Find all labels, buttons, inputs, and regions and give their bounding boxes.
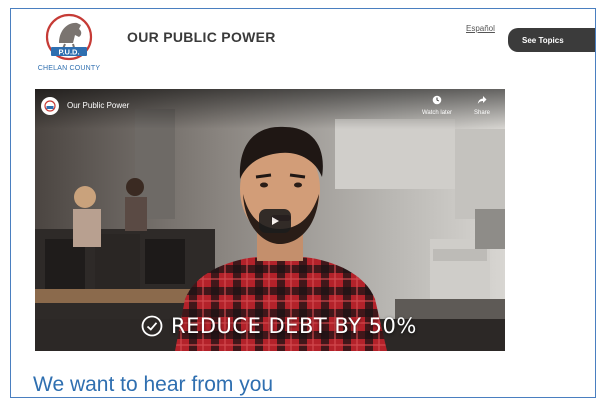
caption-text: REDUCE DEBT BY 50%: [171, 314, 417, 338]
logo-subtext: CHELAN COUNTY: [37, 65, 101, 72]
play-icon: [272, 217, 279, 225]
see-topics-button[interactable]: See Topics: [508, 28, 595, 52]
logo-text: P.U.D.: [58, 48, 79, 57]
site-title: OUR PUBLIC POWER: [127, 29, 276, 45]
language-link[interactable]: Español: [466, 24, 495, 33]
pud-logo[interactable]: P.U.D. CHELAN COUNTY: [29, 13, 109, 75]
pud-logo-icon: P.U.D.: [45, 13, 93, 61]
channel-logo-icon: [44, 100, 56, 112]
video-title[interactable]: Our Public Power: [67, 101, 129, 110]
share-label: Share: [473, 110, 490, 116]
clock-icon: [420, 95, 454, 108]
checkmark-icon: [141, 315, 163, 337]
video-caption: REDUCE DEBT BY 50%: [141, 312, 417, 340]
video-player[interactable]: Our Public Power Watch later Share REDUC…: [35, 89, 505, 351]
watch-later-button[interactable]: Watch later: [420, 95, 454, 116]
play-button[interactable]: [259, 209, 291, 233]
share-button[interactable]: Share: [465, 95, 499, 116]
channel-avatar[interactable]: [41, 97, 59, 115]
page-frame: P.U.D. CHELAN COUNTY OUR PUBLIC POWER Es…: [10, 8, 596, 398]
share-icon: [465, 95, 499, 108]
watch-later-label: Watch later: [421, 110, 453, 116]
section-heading: We want to hear from you: [33, 373, 274, 396]
